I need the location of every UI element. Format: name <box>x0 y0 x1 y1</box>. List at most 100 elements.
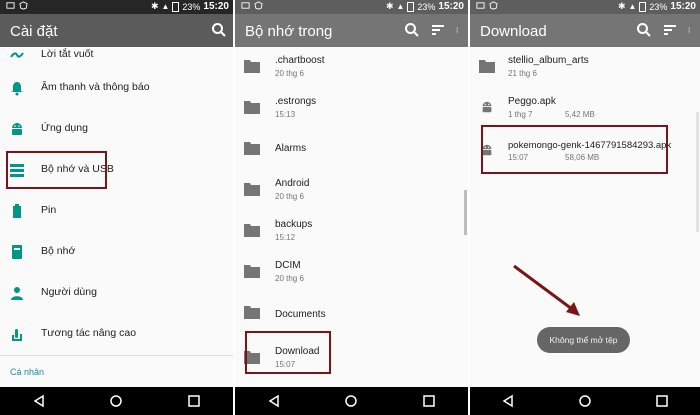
file-date: 20 thg 6 <box>275 192 304 201</box>
file-row-android[interactable]: Android 20 thg 6 <box>235 170 468 211</box>
search-icon[interactable] <box>636 22 652 38</box>
recents-icon[interactable] <box>655 394 669 408</box>
battery-icon <box>13 204 21 218</box>
file-row-dcim[interactable]: DCIM 20 thg 6 <box>235 252 468 293</box>
settings-item-label: Người dùng <box>41 286 97 298</box>
more-icon[interactable] <box>456 22 462 38</box>
scrollbar[interactable] <box>696 112 699 232</box>
battery-percent: 23% <box>649 1 668 12</box>
settings-item-battery[interactable]: Pin <box>0 191 233 231</box>
folder-icon <box>244 224 260 237</box>
file-name: .chartboost <box>275 55 325 66</box>
signal-icon: ▲ <box>628 2 637 11</box>
bluetooth-icon: ✱ <box>385 1 394 11</box>
settings-item-users[interactable]: Người dùng <box>0 273 233 313</box>
home-icon[interactable] <box>109 394 123 408</box>
recents-icon[interactable] <box>187 394 201 408</box>
search-icon[interactable] <box>211 22 227 38</box>
battery-percent: 23% <box>417 1 436 12</box>
highlight-box <box>245 331 331 374</box>
folder-icon <box>244 142 260 155</box>
files-toolbar: Bộ nhớ trong <box>235 14 468 47</box>
battery-icon <box>407 1 415 12</box>
status-bar: ✱ ▲ 23% 15:20 <box>235 0 468 14</box>
toast-message: Không thể mở tệp <box>537 327 630 353</box>
settings-item-label: Tương tác nâng cao <box>41 327 137 339</box>
files-toolbar: Download <box>470 14 700 47</box>
folder-icon <box>479 60 495 73</box>
file-row-stellio[interactable]: stellio_album_arts 21 thg 6 <box>470 47 700 88</box>
folder-icon <box>244 183 260 196</box>
file-date: 21 thg 6 <box>508 69 537 78</box>
file-row-estrongs[interactable]: .estrongs 15:13 <box>235 88 468 129</box>
notification-icon <box>6 2 15 9</box>
settings-item-label: Pin <box>41 204 57 216</box>
shield-icon <box>19 1 28 10</box>
sort-icon[interactable] <box>662 22 678 38</box>
status-bar: ✱ ▲ 23% 15:20 <box>0 0 233 14</box>
battery-icon <box>172 1 180 12</box>
shield-icon <box>254 1 263 10</box>
file-date: 15:13 <box>275 110 296 119</box>
sort-icon[interactable] <box>430 22 446 38</box>
nav-bar <box>470 387 700 415</box>
settings-item-label: Âm thanh và thông báo <box>41 81 150 93</box>
settings-item-memory[interactable]: Bộ nhớ <box>0 232 233 272</box>
file-size: 5,42 MB <box>565 110 595 119</box>
android-icon <box>12 123 22 135</box>
file-date: 20 thg 6 <box>275 69 304 78</box>
clock: 15:20 <box>203 1 229 12</box>
user-icon <box>11 287 23 300</box>
file-name: Documents <box>275 309 326 320</box>
battery-percent: 23% <box>182 1 201 12</box>
recents-icon[interactable] <box>422 394 436 408</box>
file-row-backups[interactable]: backups 15:12 <box>235 211 468 252</box>
settings-item-sound[interactable]: Âm thanh và thông báo <box>0 68 233 108</box>
bluetooth-icon: ✱ <box>150 1 159 11</box>
folder-icon <box>244 60 260 73</box>
folder-icon <box>244 265 260 278</box>
shield-icon <box>489 1 498 10</box>
notification-icon <box>241 2 250 9</box>
file-date: 20 thg 6 <box>275 274 304 283</box>
touch-icon <box>12 329 22 341</box>
file-name: .estrongs <box>275 96 317 107</box>
settings-item-label: Bộ nhớ <box>41 245 76 257</box>
file-name: Peggo.apk <box>508 96 556 107</box>
search-icon[interactable] <box>404 22 420 38</box>
file-row-alarms[interactable]: Alarms <box>235 129 468 170</box>
home-icon[interactable] <box>578 394 592 408</box>
nav-bar <box>0 387 233 415</box>
folder-icon <box>244 306 260 319</box>
status-bar: ✱ ▲ 23% 15:20 <box>470 0 700 14</box>
file-row-peggo[interactable]: Peggo.apk 1 thg 7 5,42 MB <box>470 88 700 129</box>
back-icon[interactable] <box>501 394 515 408</box>
file-name: Alarms <box>275 143 307 154</box>
nav-bar <box>235 387 468 415</box>
android-icon <box>482 101 492 113</box>
settings-item-label: Ứng dụng <box>41 122 88 134</box>
highlight-box <box>481 125 668 174</box>
settings-screen: ✱ ▲ 23% 15:20 Cài đặt Lời tắt vuốt Âm th… <box>0 0 233 415</box>
file-row-documents[interactable]: Documents <box>235 293 468 334</box>
file-name: backups <box>275 219 313 230</box>
settings-item-apps[interactable]: Ứng dụng <box>0 109 233 149</box>
highlight-box <box>6 151 107 189</box>
signal-icon: ▲ <box>161 2 170 11</box>
bell-icon <box>11 82 23 96</box>
scrollbar[interactable] <box>464 190 467 235</box>
gesture-icon <box>10 52 24 58</box>
back-icon[interactable] <box>32 394 46 408</box>
settings-item-advanced[interactable]: Tương tác nâng cao <box>0 314 233 354</box>
page-title: Cài đặt <box>10 23 58 40</box>
settings-list: Lời tắt vuốt Âm thanh và thông báo Ứng d… <box>0 47 233 387</box>
file-date: 1 thg 7 <box>508 110 533 119</box>
page-title: Bộ nhớ trong <box>245 23 333 40</box>
signal-icon: ▲ <box>396 2 405 11</box>
more-icon[interactable] <box>688 22 694 38</box>
file-row-chartboost[interactable]: .chartboost 20 thg 6 <box>235 47 468 88</box>
section-header-personal: Cá nhân <box>10 367 45 377</box>
back-icon[interactable] <box>267 394 281 408</box>
home-icon[interactable] <box>344 394 358 408</box>
file-date: 15:12 <box>275 233 296 242</box>
